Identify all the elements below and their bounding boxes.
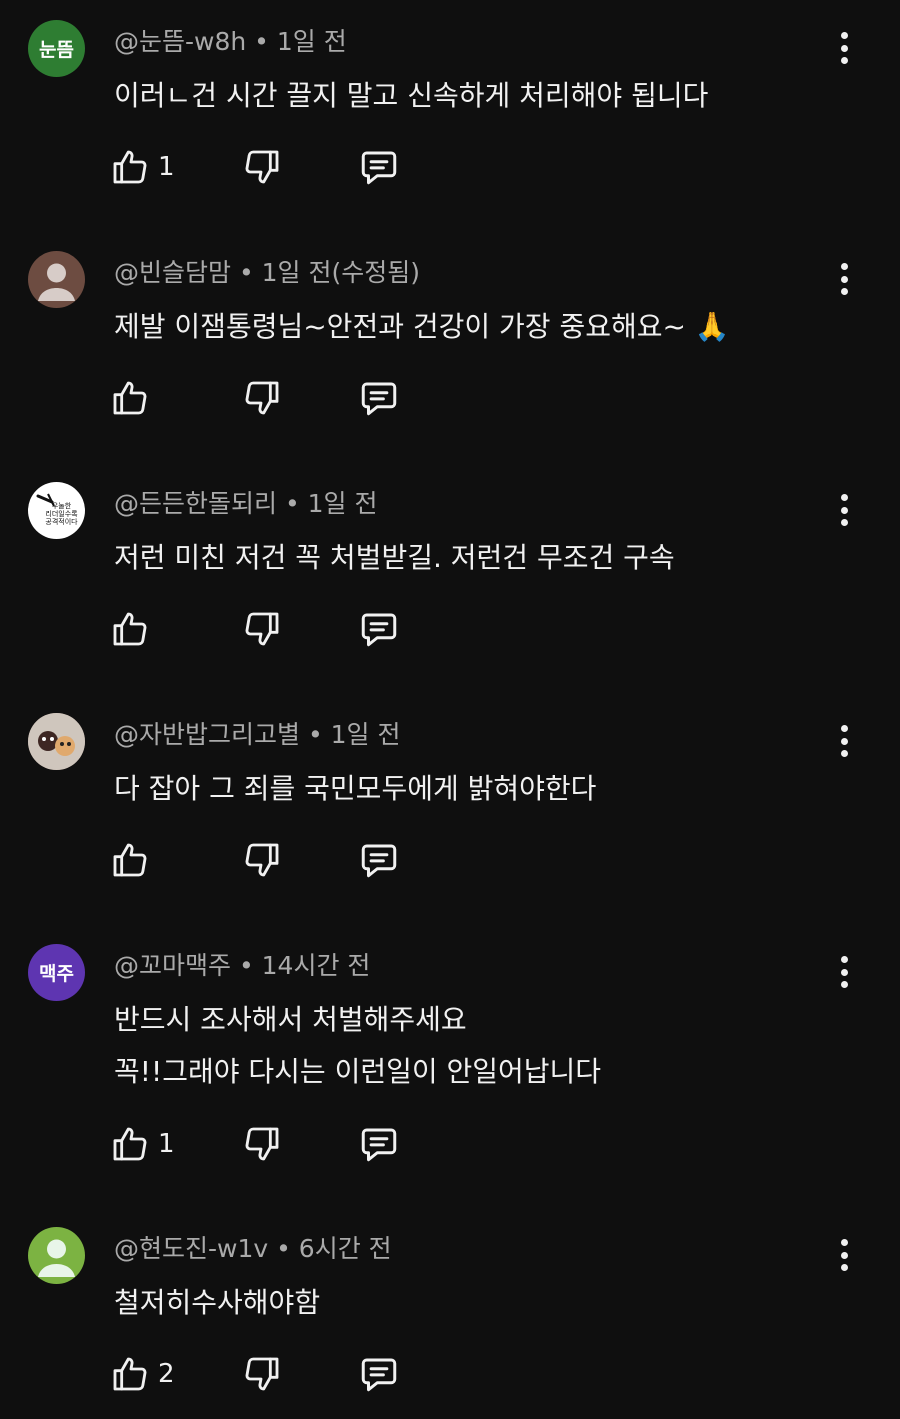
thumb-down-icon [245,381,279,415]
comment-meta[interactable]: @든든한돌되리 • 1일 전 [114,484,378,520]
reply-button[interactable] [358,607,400,651]
avatar[interactable] [28,713,85,770]
avatar-initials: 맥주 [39,963,74,985]
avatar[interactable]: 우눌한 리더일수록 공격적이다 [28,482,85,539]
like-button[interactable]: 1 [110,1122,175,1166]
comment-line: 철저히수사해야함 [114,1286,321,1319]
sword-logo-icon [36,493,55,507]
dislike-button[interactable] [242,607,282,651]
comment-line: 반드시 조사해서 처벌해주세요 [114,1003,467,1036]
dislike-button[interactable] [242,376,282,420]
comment-text: 제발 이잼통령님~안전과 건강이 가장 중요해요~ 🙏 [114,301,730,353]
reply-button[interactable] [358,145,400,189]
comment-meta[interactable]: @꼬마맥주 • 14시간 전 [114,946,370,982]
like-button[interactable] [110,376,158,420]
like-count: 2 [158,1359,175,1389]
avatar[interactable]: 눈뜸 [28,20,85,77]
dislike-button[interactable] [242,1352,282,1396]
comment-line: 이러ㄴ건 시간 끌지 말고 신속하게 처리해야 됩니다 [114,79,709,112]
comment-actions [110,607,430,651]
avatar[interactable] [28,1227,85,1284]
like-button[interactable]: 1 [110,145,175,189]
reply-comment-icon [361,1358,397,1392]
comment-line: 저런 미친 저건 꼭 처벌받길. 저런건 무조건 구속 [114,541,675,574]
reply-comment-icon [361,151,397,185]
reply-button[interactable] [358,1352,400,1396]
like-button[interactable] [110,838,158,882]
thumb-up-icon [113,381,147,415]
dislike-button[interactable] [242,838,282,882]
comment-actions: 1 [110,145,430,189]
comment-line: 다 잡아 그 죄를 국민모두에게 밝혀야한다 [114,772,597,805]
comment-actions: 1 [110,1122,430,1166]
like-button[interactable]: 2 [110,1352,175,1396]
comment-actions [110,376,430,420]
reply-comment-icon [361,613,397,647]
comment-list: 눈뜸 @눈뜸-w8h • 1일 전 이러ㄴ건 시간 끌지 말고 신속하게 처리해… [0,0,900,1419]
reply-comment-icon [361,382,397,416]
pet-photo-icon [28,713,85,770]
like-button[interactable] [110,607,158,651]
more-vert-icon[interactable] [828,28,860,68]
avatar[interactable] [28,251,85,308]
thumb-up-icon [113,1357,147,1391]
thumb-up-icon [113,150,147,184]
comment-meta[interactable]: @자반밥그리고별 • 1일 전 [114,715,401,751]
reply-button[interactable] [358,376,400,420]
reply-button[interactable] [358,838,400,882]
comment-actions: 2 [110,1352,430,1396]
default-avatar-icon [38,1239,75,1277]
comment-text: 저런 미친 저건 꼭 처벌받길. 저런건 무조건 구속 [114,532,675,584]
more-vert-icon[interactable] [828,721,860,761]
more-vert-icon[interactable] [828,1235,860,1275]
reply-comment-icon [361,1128,397,1162]
reply-button[interactable] [358,1122,400,1166]
comment-text: 이러ㄴ건 시간 끌지 말고 신속하게 처리해야 됩니다 [114,70,708,122]
comment-text: 반드시 조사해서 처벌해주세요 꼭!!그래야 다시는 이런일이 안일어납니다 [114,994,601,1098]
thumb-up-icon [113,843,147,877]
thumb-down-icon [245,843,279,877]
comment-actions [110,838,430,882]
comment-meta[interactable]: @현도진-w1v • 6시간 전 [114,1229,392,1265]
thumb-down-icon [245,1127,279,1161]
thumb-down-icon [245,612,279,646]
like-count: 1 [158,1129,175,1159]
comment-line: 꼭!!그래야 다시는 이런일이 안일어납니다 [114,1055,602,1088]
comment-meta[interactable]: @눈뜸-w8h • 1일 전 [114,22,347,58]
thumb-up-icon [113,612,147,646]
thumb-up-icon [113,1127,147,1161]
avatar[interactable]: 맥주 [28,944,85,1001]
avatar-initials: 눈뜸 [39,39,74,61]
dislike-button[interactable] [242,1122,282,1166]
like-count: 1 [158,152,175,182]
thumb-down-icon [245,1357,279,1391]
more-vert-icon[interactable] [828,490,860,530]
comment-line: 제발 이잼통령님~안전과 건강이 가장 중요해요~ 🙏 [114,310,730,343]
more-vert-icon[interactable] [828,259,860,299]
reply-comment-icon [361,844,397,878]
comment-text: 철저히수사해야함 [114,1277,320,1329]
comment-meta[interactable]: @빈슬담맘 • 1일 전(수정됨) [114,253,420,289]
thumb-down-icon [245,150,279,184]
default-avatar-icon [38,263,75,301]
dislike-button[interactable] [242,145,282,189]
more-vert-icon[interactable] [828,952,860,992]
comment-text: 다 잡아 그 죄를 국민모두에게 밝혀야한다 [114,763,596,815]
